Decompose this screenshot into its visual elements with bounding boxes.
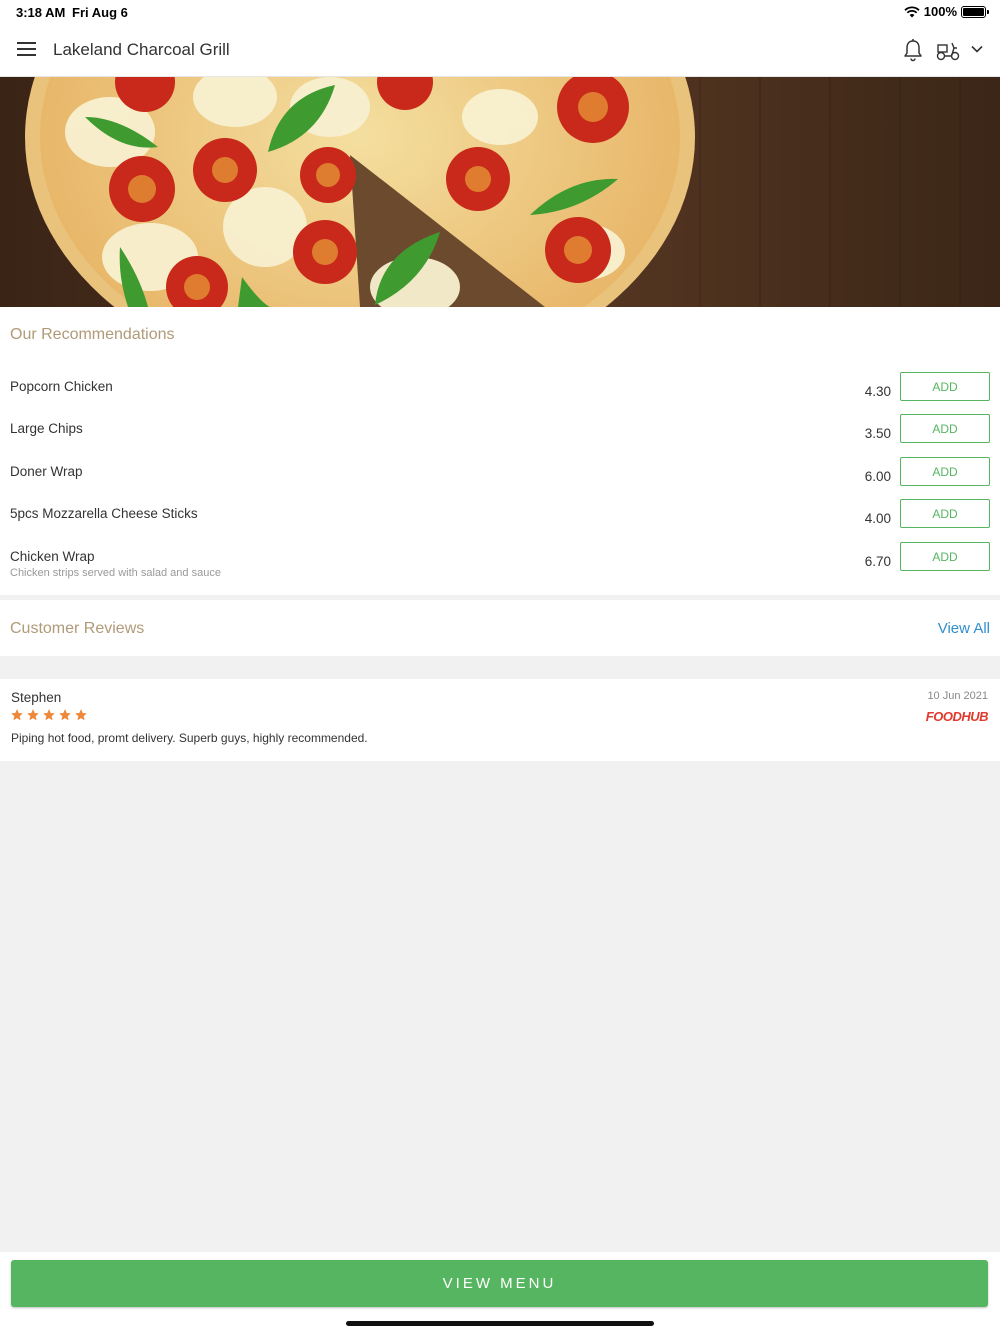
recommendations-section: Our Recommendations Popcorn Chicken 4.30… (0, 307, 1000, 595)
list-item: Popcorn Chicken 4.30 ADD (0, 372, 1000, 421)
list-item: Chicken Wrap Chicken strips served with … (0, 542, 1000, 591)
star-icon (27, 709, 39, 721)
add-button[interactable]: ADD (900, 542, 990, 571)
star-icon (43, 709, 55, 721)
bottom-bar: VIEW MENU (0, 1252, 1000, 1334)
reviews-title: Customer Reviews (10, 620, 145, 637)
bell-icon[interactable] (902, 38, 924, 62)
recommendations-title: Our Recommendations (10, 326, 175, 343)
reviews-header: Customer Reviews View All (0, 600, 1000, 656)
restaurant-title: Lakeland Charcoal Grill (53, 40, 230, 59)
item-name: 5pcs Mozzarella Cheese Sticks (10, 506, 198, 521)
add-button[interactable]: ADD (900, 499, 990, 528)
item-name: Large Chips (10, 421, 83, 436)
chevron-down-icon[interactable] (970, 42, 984, 56)
item-name: Chicken Wrap (10, 549, 95, 564)
battery-icon (961, 5, 989, 18)
item-price: 4.30 (864, 384, 891, 399)
wifi-icon (904, 5, 920, 17)
reviewer-name: Stephen (11, 690, 62, 705)
view-menu-button[interactable]: VIEW MENU (11, 1260, 988, 1307)
star-icon (75, 709, 87, 721)
status-time: 3:18 AM (16, 5, 66, 20)
star-rating (10, 708, 88, 722)
menu-icon[interactable] (17, 42, 36, 56)
item-price: 4.00 (864, 511, 891, 526)
star-icon (59, 709, 71, 721)
scooter-icon[interactable] (935, 39, 961, 61)
home-indicator (346, 1321, 654, 1326)
item-name: Popcorn Chicken (10, 379, 113, 394)
item-price: 6.00 (864, 469, 891, 484)
app-header: Lakeland Charcoal Grill (0, 24, 1000, 77)
item-price: 6.70 (864, 554, 891, 569)
list-item: 5pcs Mozzarella Cheese Sticks 4.00 ADD (0, 499, 1000, 548)
star-icon (11, 709, 23, 721)
review-text: Piping hot food, promt delivery. Superb … (11, 731, 368, 745)
list-item: Doner Wrap 6.00 ADD (0, 457, 1000, 506)
item-price: 3.50 (864, 426, 891, 441)
status-right: 100% (904, 4, 989, 19)
add-button[interactable]: ADD (900, 372, 990, 401)
review-date: 10 Jun 2021 (927, 690, 988, 702)
status-date: Fri Aug 6 (72, 5, 128, 20)
pizza-illustration (0, 77, 1000, 307)
add-button[interactable]: ADD (900, 457, 990, 486)
hero-image (0, 77, 1000, 307)
add-button[interactable]: ADD (900, 414, 990, 443)
status-bar: 3:18 AM Fri Aug 6 100% (0, 0, 1000, 24)
review-card: Stephen Piping hot food, promt delivery.… (0, 679, 1000, 761)
foodhub-logo: FOODHUB (925, 709, 989, 724)
item-name: Doner Wrap (10, 464, 83, 479)
item-description: Chicken strips served with salad and sau… (10, 567, 221, 579)
battery-percent: 100% (923, 4, 957, 19)
view-all-link[interactable]: View All (938, 620, 990, 637)
list-item: Large Chips 3.50 ADD (0, 414, 1000, 463)
